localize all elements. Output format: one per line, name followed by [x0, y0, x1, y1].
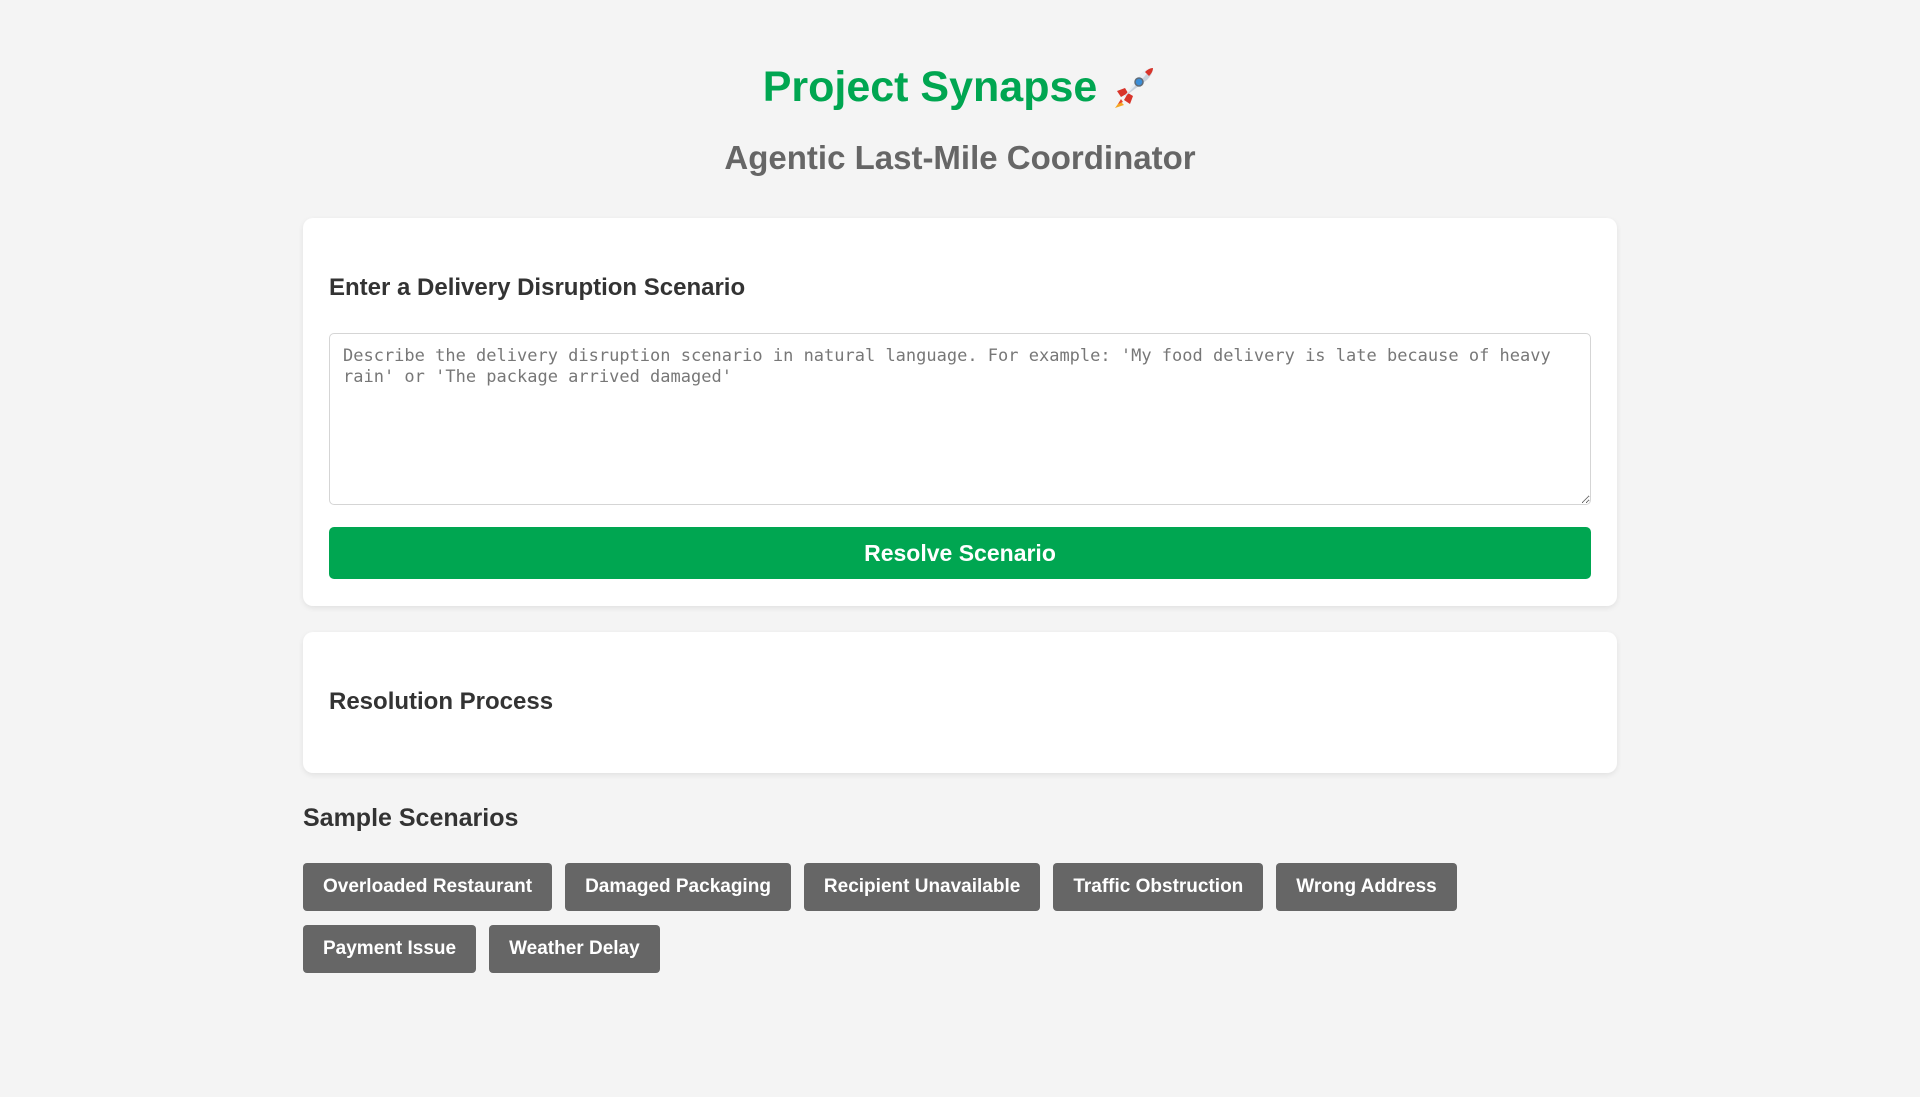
- scenario-input-heading: Enter a Delivery Disruption Scenario: [329, 274, 746, 301]
- sample-button-recipient-unavailable[interactable]: Recipient Unavailable: [803, 863, 1041, 911]
- scenario-textarea[interactable]: [329, 333, 1591, 505]
- sample-button-overloaded-restaurant[interactable]: Overloaded Restaurant: [303, 863, 553, 911]
- sample-button-damaged-packaging[interactable]: Damaged Packaging: [565, 863, 791, 911]
- page-title-row: Project Synapse: [763, 62, 1158, 112]
- resolve-scenario-button[interactable]: Resolve Scenario: [329, 527, 1591, 579]
- sample-scenarios-list: Overloaded Restaurant Damaged Packaging …: [303, 863, 1617, 973]
- page-header: Project Synapse Agentic Last-Mile Coordi…: [0, 0, 1920, 178]
- sample-button-payment-issue[interactable]: Payment Issue: [303, 925, 477, 973]
- sample-button-weather-delay[interactable]: Weather Delay: [489, 925, 660, 973]
- resolution-process-heading: Resolution Process: [329, 688, 554, 715]
- sample-button-traffic-obstruction[interactable]: Traffic Obstruction: [1053, 863, 1264, 911]
- scenario-input-card: Enter a Delivery Disruption Scenario Res…: [303, 218, 1617, 606]
- page-title: Project Synapse: [762, 63, 1098, 111]
- rocket-icon: [1111, 64, 1157, 110]
- sample-button-wrong-address[interactable]: Wrong Address: [1276, 863, 1457, 911]
- sample-scenarios-heading: Sample Scenarios: [303, 804, 519, 832]
- resolution-process-card: Resolution Process: [303, 632, 1617, 773]
- page-subtitle: Agentic Last-Mile Coordinator: [724, 139, 1196, 176]
